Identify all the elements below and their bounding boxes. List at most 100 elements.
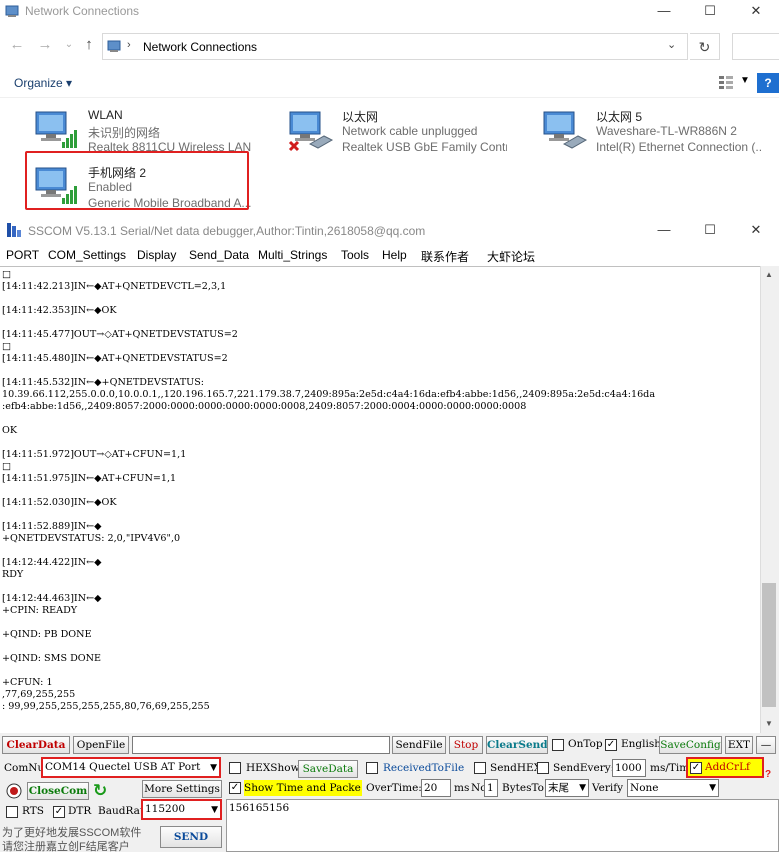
back-arrow-icon[interactable]: ←	[8, 36, 26, 54]
show-time-label: Show Time and Packe	[244, 780, 362, 796]
com-port-select[interactable]: COM14 Quectel USB AT Port ▼	[41, 757, 221, 778]
view-dropdown-icon[interactable]: ▼	[740, 75, 750, 86]
connection-status: 未识别的网络	[88, 126, 161, 140]
add-crlf-checkbox[interactable]: ✓	[690, 762, 702, 774]
address-bar[interactable]: › Network Connections ⌄	[102, 33, 688, 60]
received-to-file-checkbox[interactable]	[366, 762, 378, 774]
menu-help[interactable]: Help	[382, 248, 407, 262]
english-label: English	[621, 738, 662, 750]
connection-ethernet[interactable]: 以太网 Network cable unplugged Realtek USB …	[286, 108, 526, 160]
output-line: [14:12:44.463]IN←◆	[2, 593, 102, 604]
send-text-input[interactable]: 156165156	[226, 799, 779, 852]
refresh-ports-icon[interactable]: ↻	[93, 782, 111, 800]
search-input[interactable]	[732, 33, 779, 60]
no-input[interactable]: 1	[484, 779, 498, 797]
clear-data-button[interactable]: ClearData	[2, 736, 70, 754]
connection-name: 以太网	[342, 110, 379, 124]
sscom-close-button[interactable]: ✕	[733, 218, 779, 244]
view-options-icon[interactable]	[718, 74, 734, 90]
send-button[interactable]: SEND	[160, 826, 222, 848]
connection-name: WLAN	[88, 108, 123, 122]
nc-close-button[interactable]: ✕	[733, 0, 779, 24]
nc-window-title: Network Connections	[25, 4, 140, 18]
mobile-connection-highlight	[25, 151, 249, 210]
nc-maximize-button[interactable]: ☐	[687, 0, 733, 24]
dtr-checkbox[interactable]: ✓	[53, 806, 65, 818]
english-checkbox[interactable]: ✓	[605, 739, 617, 751]
nc-window-icon	[5, 4, 19, 18]
more-settings-button[interactable]: More Settings	[142, 780, 222, 798]
organize-button[interactable]: Organize ▾	[14, 76, 72, 90]
output-line: ,77,69,255,255	[2, 689, 76, 700]
com-port-dropdown-icon[interactable]: ▼	[210, 760, 217, 776]
sscom-minimize-button[interactable]: —	[641, 218, 687, 244]
menu-multi-strings[interactable]: Multi_Strings	[258, 248, 327, 262]
breadcrumb-separator-icon: ›	[127, 39, 131, 51]
menu-com-settings[interactable]: COM_Settings	[48, 248, 126, 262]
address-dropdown-icon[interactable]: ⌄	[667, 38, 676, 51]
rts-checkbox[interactable]	[6, 806, 18, 818]
verify-select[interactable]: None ▼	[627, 779, 719, 797]
output-line: +QNETDEVSTATUS: 2,0,"IPV4V6",0	[2, 533, 181, 544]
help-button[interactable]: ?	[757, 73, 779, 93]
menu-port[interactable]: PORT	[6, 248, 39, 262]
add-crlf-label: AddCrLf	[705, 761, 750, 773]
clear-send-button[interactable]: ClearSend	[486, 736, 548, 754]
up-arrow-icon[interactable]: ↑	[80, 36, 98, 54]
refresh-button[interactable]: ↻	[690, 33, 720, 60]
hex-show-checkbox[interactable]	[229, 762, 241, 774]
sscom-maximize-button[interactable]: ☐	[687, 218, 733, 244]
bytes-to-select[interactable]: 末尾 ▼	[545, 779, 589, 797]
close-com-button[interactable]: CloseCom	[27, 782, 89, 800]
ad-text-line-2[interactable]: 请您注册嘉立创F结尾客户	[2, 838, 130, 852]
send-file-button[interactable]: SendFile	[392, 736, 446, 754]
baud-rate-dropdown-icon[interactable]: ▼	[211, 802, 218, 818]
scrollbar-thumb[interactable]	[762, 583, 776, 707]
ext-button[interactable]: EXT	[725, 736, 753, 754]
output-line: □	[2, 269, 12, 280]
overtime-input[interactable]: 20	[421, 779, 451, 797]
show-time-checkbox[interactable]: ✓	[229, 782, 241, 794]
save-data-button[interactable]: SaveData	[298, 760, 358, 778]
sscom-window-title: SSCOM V5.13.1 Serial/Net data debugger,A…	[28, 224, 426, 238]
scroll-down-icon[interactable]: ▼	[761, 717, 777, 731]
connection-ethernet-5[interactable]: 以太网 5 Waveshare-TL-WR886N 2 Intel(R) Eth…	[540, 108, 779, 160]
connection-device: Intel(R) Ethernet Connection (...	[596, 140, 761, 154]
forward-arrow-icon[interactable]: →	[36, 36, 54, 54]
menu-tools[interactable]: Tools	[341, 248, 369, 262]
save-config-button[interactable]: SaveConfig	[659, 736, 722, 754]
menu-contact-author[interactable]: 联系作者	[421, 248, 469, 265]
hex-show-label: HEXShow	[246, 762, 300, 774]
file-path-input[interactable]	[132, 736, 390, 754]
add-crlf-option[interactable]: ✓ AddCrLf	[686, 757, 764, 778]
recent-chevron-icon[interactable]: ⌄	[60, 36, 78, 54]
baud-rate-select[interactable]: 115200 ▼	[141, 799, 222, 820]
stop-button[interactable]: Stop	[449, 736, 483, 754]
rts-label: RTS	[22, 805, 44, 817]
send-every-label: SendEvery:	[553, 762, 615, 774]
menu-forum[interactable]: 大虾论坛	[487, 248, 535, 265]
output-line: [14:12:44.422]IN←◆	[2, 557, 102, 568]
wireless-adapter-icon	[32, 108, 82, 154]
send-every-checkbox[interactable]	[537, 762, 549, 774]
collapse-button[interactable]: —	[756, 736, 776, 754]
receive-output-area[interactable]: □ [14:11:42.213]IN←◆AT+QNETDEVCTL=2,3,1 […	[0, 266, 760, 733]
ontop-checkbox[interactable]	[552, 739, 564, 751]
verify-dropdown-icon[interactable]: ▼	[709, 780, 716, 796]
bytes-to-dropdown-icon[interactable]: ▼	[579, 780, 586, 796]
send-hex-checkbox[interactable]	[474, 762, 486, 774]
menu-display[interactable]: Display	[137, 248, 176, 262]
nc-minimize-button[interactable]: —	[641, 0, 687, 24]
scroll-up-icon[interactable]: ▲	[761, 268, 777, 282]
breadcrumb[interactable]: Network Connections	[143, 40, 257, 54]
menu-send-data[interactable]: Send_Data	[189, 248, 249, 262]
open-file-button[interactable]: OpenFile	[73, 736, 129, 754]
send-interval-input[interactable]: 1000	[612, 759, 646, 777]
output-line: [14:11:45.480]IN←◆AT+QNETDEVSTATUS=2	[2, 353, 228, 364]
connection-name: 以太网 5	[596, 110, 643, 124]
output-line: :efb4:abbe:1d56,,2409:8057:2000:0000:000…	[2, 401, 527, 412]
